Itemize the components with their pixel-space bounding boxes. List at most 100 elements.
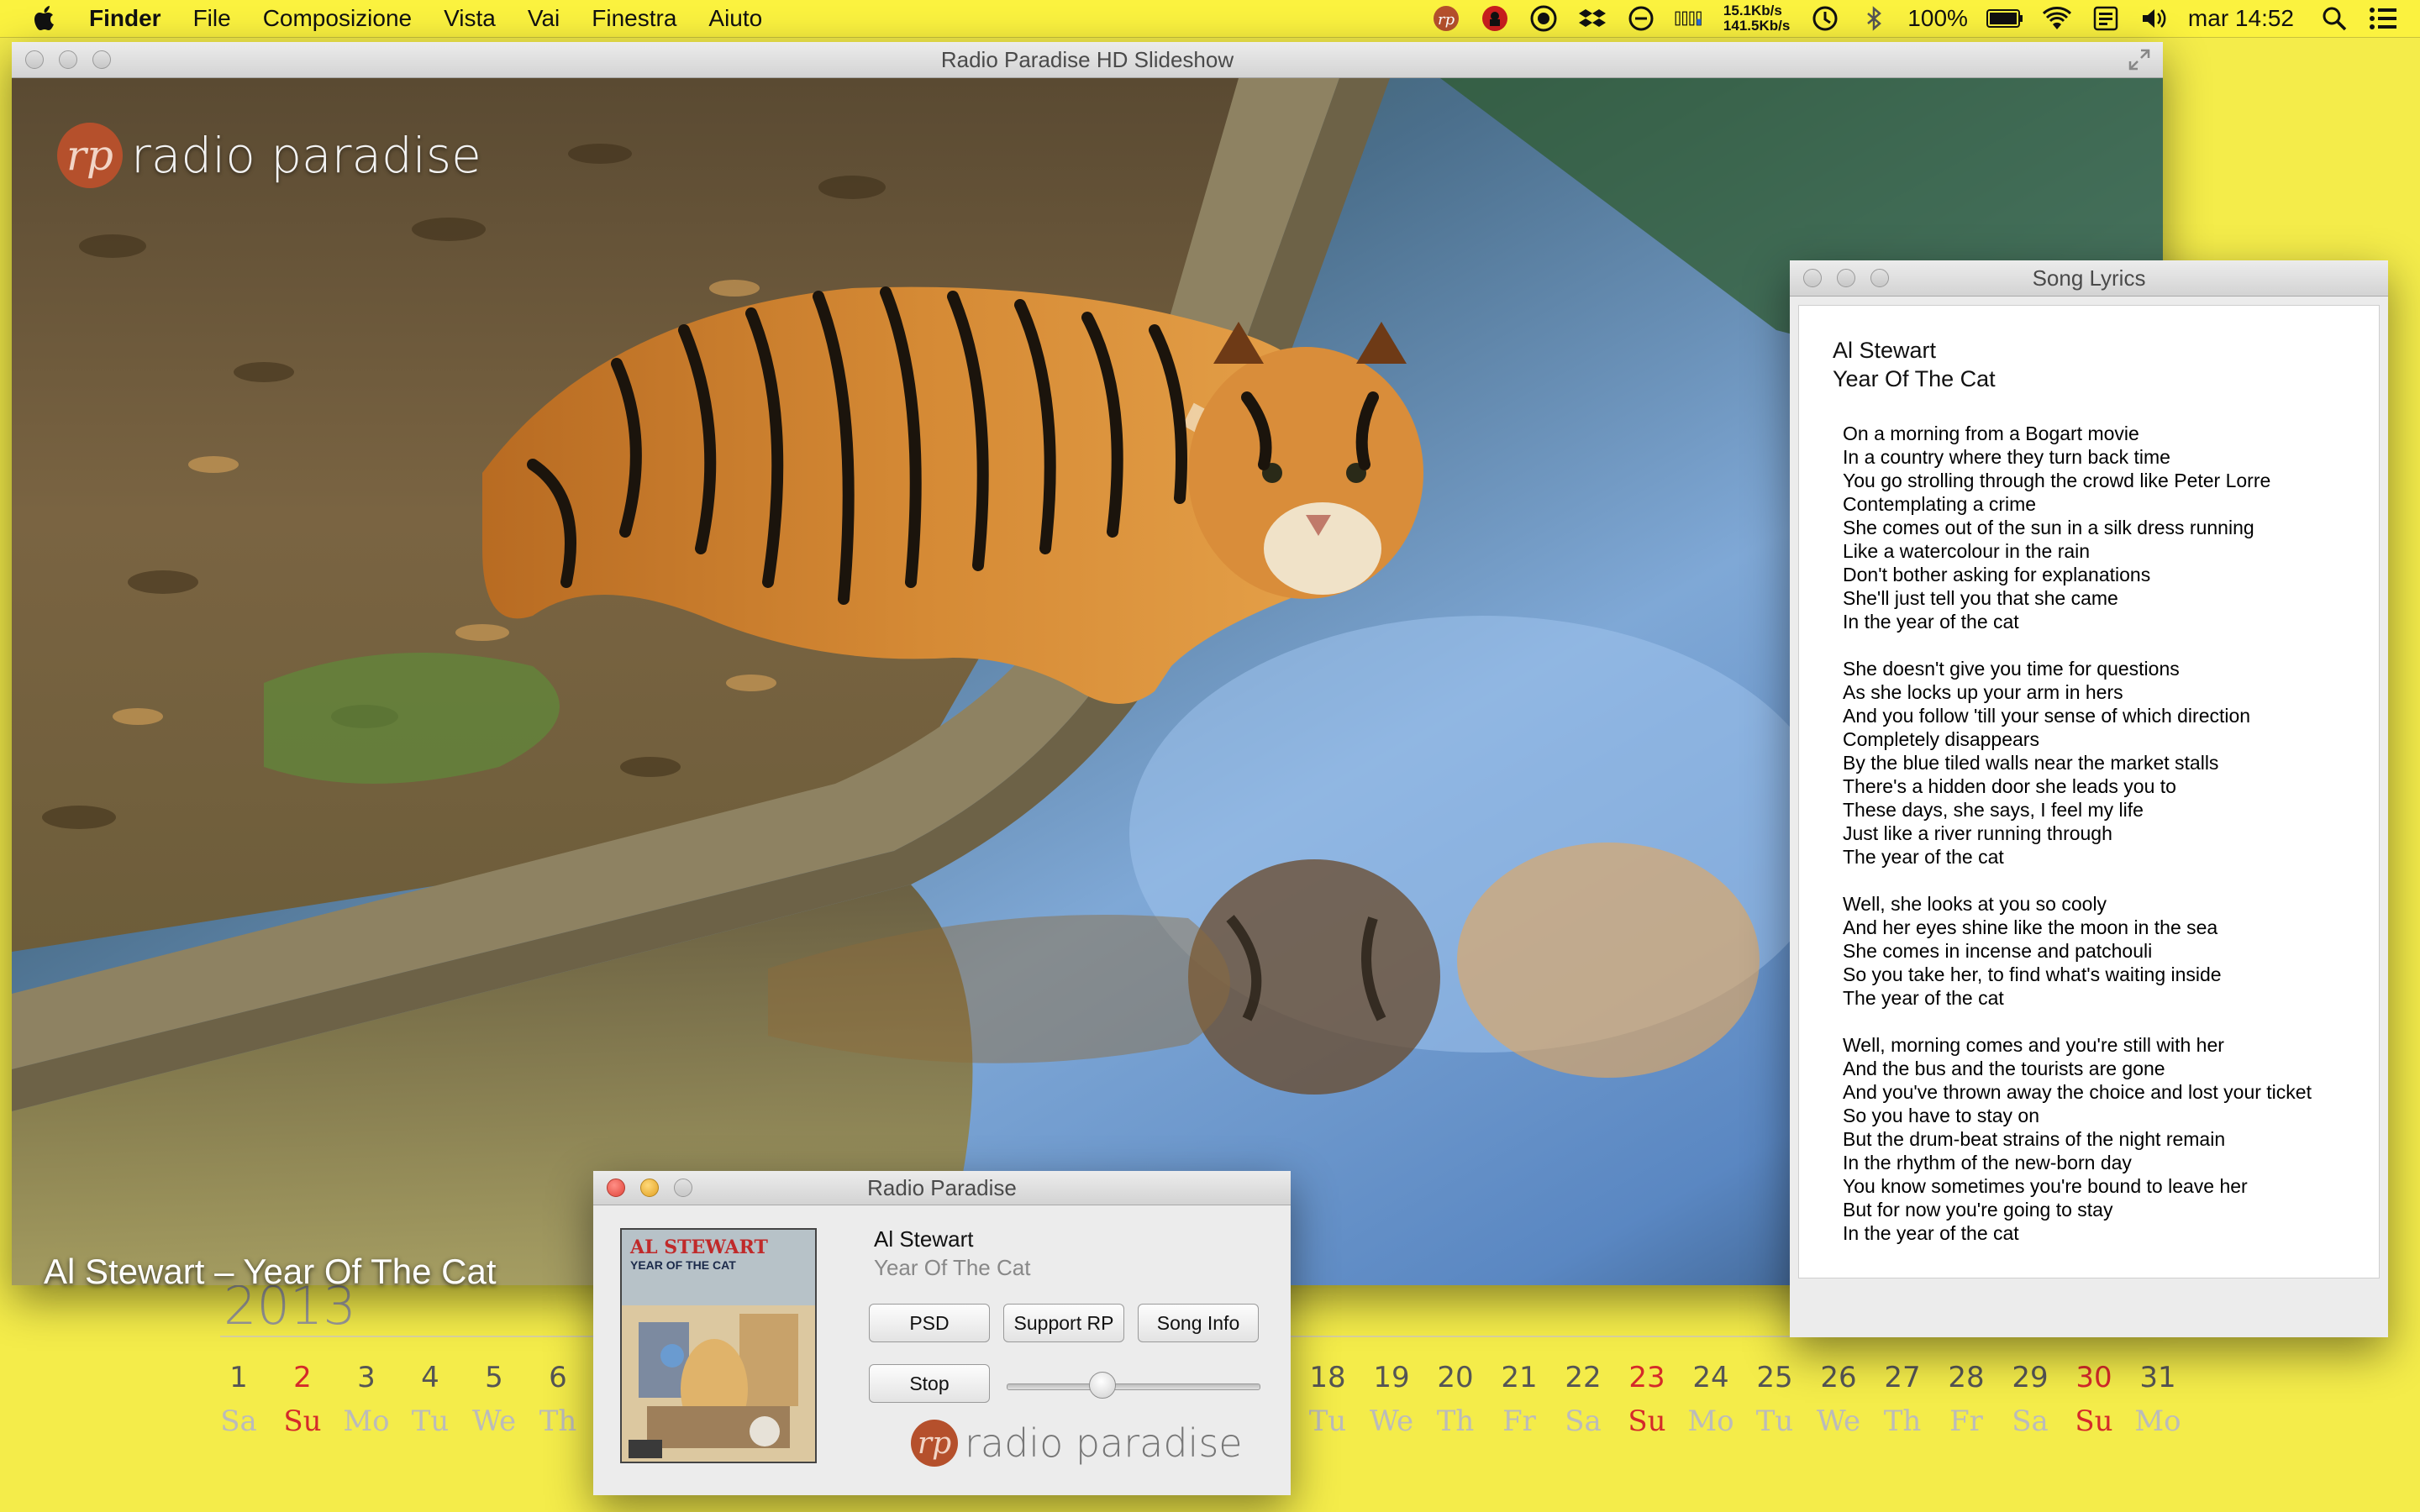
calendar-day: 29 Sa: [1998, 1361, 2062, 1438]
menu-composizione[interactable]: Composizione: [263, 5, 412, 32]
calendar-day: 5 We: [462, 1361, 526, 1438]
support-rp-button[interactable]: Support RP: [1003, 1304, 1124, 1342]
memory-gauge-icon[interactable]: [1675, 3, 1705, 34]
psd-button[interactable]: PSD: [869, 1304, 990, 1342]
lyrics-window: Song Lyrics Al Stewart Year Of The Cat O…: [1790, 260, 2388, 1337]
volume-slider-track[interactable]: [1007, 1383, 1260, 1390]
calendar-day-number: 20: [1437, 1361, 1474, 1394]
song-info-button[interactable]: Song Info: [1138, 1304, 1259, 1342]
calendar-weekday: Tu: [1755, 1404, 1794, 1438]
calendar-day-number: 30: [2075, 1361, 2112, 1394]
rp-status-icon[interactable]: rp: [1431, 3, 1461, 34]
calendar-day-number: 26: [1820, 1361, 1857, 1394]
calendar-day-number: 19: [1373, 1361, 1410, 1394]
slideshow-caption: Al Stewart – Year Of The Cat: [44, 1252, 497, 1291]
stop-button[interactable]: Stop: [869, 1364, 990, 1403]
now-playing-song: Year Of The Cat: [874, 1255, 1031, 1280]
calendar-day-number: 18: [1309, 1361, 1346, 1394]
calendar-day: 6 Th: [526, 1361, 590, 1438]
lastpass-icon[interactable]: [1480, 3, 1510, 34]
lyrics-song-title: Year Of The Cat: [1833, 366, 1996, 391]
lyrics-artist: Al Stewart: [1833, 338, 1937, 363]
rp-logo-text: radio paradise: [131, 127, 481, 184]
svg-text:rp: rp: [1438, 11, 1455, 29]
menu-bar: Finder File Composizione Vista Vai Fines…: [0, 0, 2420, 38]
calendar-weekday: Th: [1436, 1404, 1475, 1438]
calendar-weekday: Th: [1883, 1404, 1922, 1438]
calendar-day: 31 Mo: [2126, 1361, 2190, 1438]
keyboard-icon[interactable]: [2091, 3, 2121, 34]
calendar-day-number: 29: [2012, 1361, 2049, 1394]
menu-finder[interactable]: Finder: [89, 5, 161, 32]
minimize-button[interactable]: [59, 50, 77, 69]
calendar-day-number: 25: [1756, 1361, 1793, 1394]
menu-vista[interactable]: Vista: [444, 5, 496, 32]
calendar-weekday: Mo: [1687, 1404, 1734, 1438]
player-window: Radio Paradise AL STEWART YEAR OF THE CA…: [593, 1171, 1291, 1495]
volume-slider-knob[interactable]: [1089, 1372, 1116, 1399]
album-art: AL STEWART YEAR OF THE CAT: [620, 1228, 817, 1463]
album-art-title: YEAR OF THE CAT: [630, 1258, 736, 1272]
calendar-weekday: Th: [539, 1404, 577, 1438]
calendar-weekday: Fr: [1949, 1404, 1983, 1438]
calendar-day: 25 Tu: [1743, 1361, 1807, 1438]
calendar-day: 22 Sa: [1551, 1361, 1615, 1438]
calendar-weekday: Su: [2075, 1404, 2113, 1438]
battery-percent[interactable]: 100%: [1907, 5, 1968, 32]
menubar-clock[interactable]: mar 14:52: [2188, 5, 2294, 32]
calendar-day: 19 We: [1360, 1361, 1423, 1438]
volume-icon[interactable]: [2139, 3, 2170, 34]
player-titlebar[interactable]: Radio Paradise: [593, 1171, 1291, 1205]
zoom-button[interactable]: [1870, 269, 1889, 287]
calendar-day-number: 31: [2139, 1361, 2176, 1394]
time-machine-icon[interactable]: [1810, 3, 1840, 34]
close-button[interactable]: [607, 1179, 625, 1197]
calendar-day-number: 4: [421, 1361, 439, 1394]
calendar-weekday: We: [471, 1404, 517, 1438]
bluetooth-icon[interactable]: [1859, 3, 1889, 34]
calendar-weekday: Sa: [2012, 1404, 2049, 1438]
fullscreen-icon[interactable]: [2128, 48, 2151, 71]
net-download: 141.5Kb/s: [1723, 18, 1791, 34]
wifi-icon[interactable]: [2042, 3, 2072, 34]
net-upload: 15.1Kb/s: [1723, 3, 1782, 18]
menu-vai[interactable]: Vai: [528, 5, 560, 32]
battery-icon[interactable]: [1986, 3, 2023, 34]
sync-icon[interactable]: [1626, 3, 1656, 34]
dropbox-icon[interactable]: [1577, 3, 1607, 34]
network-speed[interactable]: 15.1Kb/s 141.5Kb/s: [1723, 3, 1790, 34]
calendar-weekday: Su: [283, 1404, 322, 1438]
calendar-day-number: 22: [1565, 1361, 1602, 1394]
zoom-button[interactable]: [92, 50, 111, 69]
calendar-day-number: 3: [357, 1361, 376, 1394]
notification-center-icon[interactable]: [2368, 3, 2398, 34]
close-button[interactable]: [1803, 269, 1822, 287]
calendar-day: 1 Sa: [207, 1361, 271, 1438]
calendar-day-number: 23: [1628, 1361, 1665, 1394]
calendar-weekday: Tu: [411, 1404, 450, 1438]
menu-aiuto[interactable]: Aiuto: [708, 5, 762, 32]
calendar-weekday: Sa: [220, 1404, 257, 1438]
apple-icon[interactable]: [30, 3, 60, 34]
record-icon[interactable]: [1528, 3, 1559, 34]
lyrics-text: On a morning from a Bogart movie In a co…: [1843, 423, 2312, 1244]
calendar-day-number: 5: [485, 1361, 503, 1394]
minimize-button[interactable]: [1837, 269, 1855, 287]
calendar-weekday: Su: [1628, 1404, 1666, 1438]
rp-logo-text: radio paradise: [965, 1420, 1243, 1466]
zoom-button[interactable]: [674, 1179, 692, 1197]
calendar-day-number: 21: [1501, 1361, 1538, 1394]
lyrics-titlebar[interactable]: Song Lyrics: [1790, 260, 2388, 297]
player-window-controls: [607, 1171, 708, 1205]
spotlight-icon[interactable]: [2319, 3, 2349, 34]
slideshow-titlebar[interactable]: Radio Paradise HD Slideshow: [12, 42, 2163, 78]
menu-finestra[interactable]: Finestra: [592, 5, 676, 32]
close-button[interactable]: [25, 50, 44, 69]
lyrics-window-controls: [1803, 260, 1904, 296]
calendar-day: 23 Su: [1615, 1361, 1679, 1438]
calendar-day: 21 Fr: [1487, 1361, 1551, 1438]
calendar-day-number: 6: [549, 1361, 567, 1394]
lyrics-text-area[interactable]: Al Stewart Year Of The Cat On a morning …: [1798, 305, 2380, 1278]
menu-file[interactable]: File: [193, 5, 231, 32]
minimize-button[interactable]: [640, 1179, 659, 1197]
